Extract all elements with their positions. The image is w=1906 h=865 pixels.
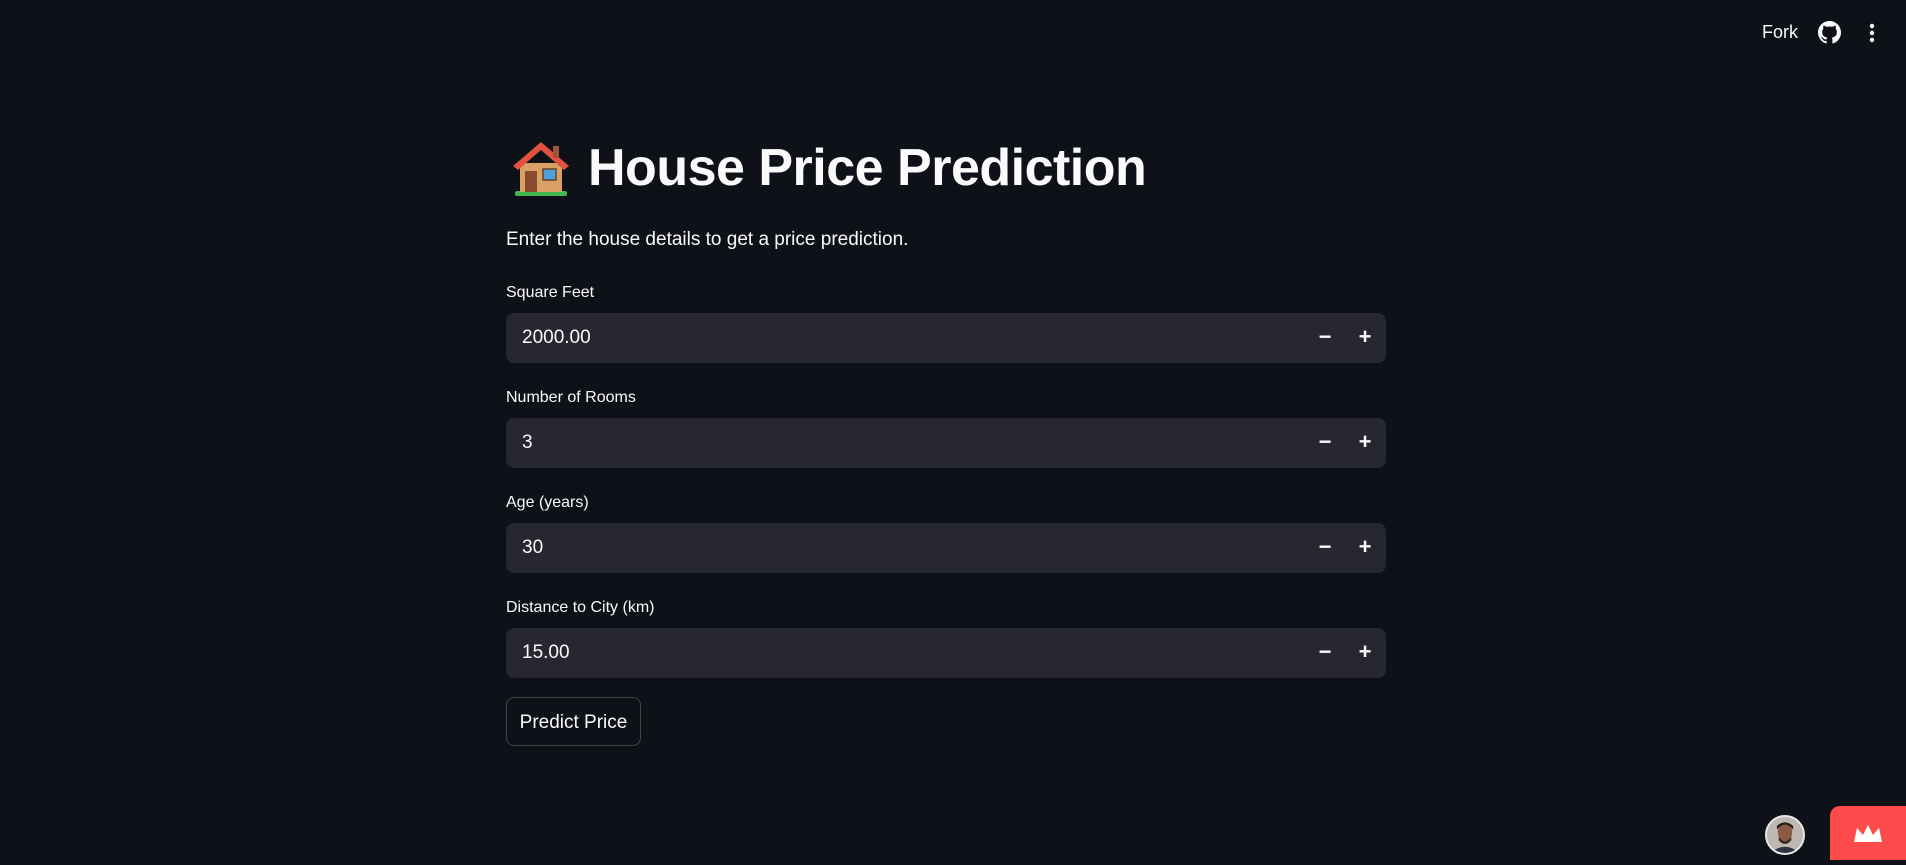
- square-feet-value[interactable]: 2000.00: [522, 313, 591, 363]
- rooms-value[interactable]: 3: [522, 418, 533, 468]
- fork-link[interactable]: Fork: [1762, 22, 1798, 43]
- square-feet-input[interactable]: 2000.00 − +: [506, 313, 1386, 363]
- field-label-rooms: Number of Rooms: [506, 389, 636, 406]
- page-title-text: House Price Prediction: [588, 139, 1147, 197]
- increment-button[interactable]: +: [1345, 418, 1385, 468]
- age-value[interactable]: 30: [522, 523, 543, 573]
- page-title: House Price Prediction: [512, 138, 1147, 198]
- decrement-button[interactable]: −: [1305, 523, 1345, 573]
- distance-value[interactable]: 15.00: [522, 628, 570, 678]
- house-icon: [512, 139, 570, 197]
- increment-button[interactable]: +: [1345, 523, 1385, 573]
- field-label-square-feet: Square Feet: [506, 284, 595, 301]
- increment-button[interactable]: +: [1345, 313, 1385, 363]
- field-label-distance: Distance to City (km): [506, 599, 655, 616]
- user-avatar[interactable]: [1765, 815, 1805, 855]
- rooms-input[interactable]: 3 − +: [506, 418, 1386, 468]
- age-input[interactable]: 30 − +: [506, 523, 1386, 573]
- more-vertical-icon[interactable]: [1864, 21, 1880, 45]
- decrement-button[interactable]: −: [1305, 313, 1345, 363]
- decrement-button[interactable]: −: [1305, 628, 1345, 678]
- distance-input[interactable]: 15.00 − +: [506, 628, 1386, 678]
- field-label-age: Age (years): [506, 494, 589, 511]
- crown-icon[interactable]: [1830, 806, 1906, 860]
- github-icon[interactable]: [1818, 21, 1841, 44]
- increment-button[interactable]: +: [1345, 628, 1385, 678]
- top-header: Fork: [0, 0, 1906, 64]
- decrement-button[interactable]: −: [1305, 418, 1345, 468]
- predict-price-button[interactable]: Predict Price: [506, 697, 641, 746]
- page-subtitle: Enter the house details to get a price p…: [506, 229, 909, 250]
